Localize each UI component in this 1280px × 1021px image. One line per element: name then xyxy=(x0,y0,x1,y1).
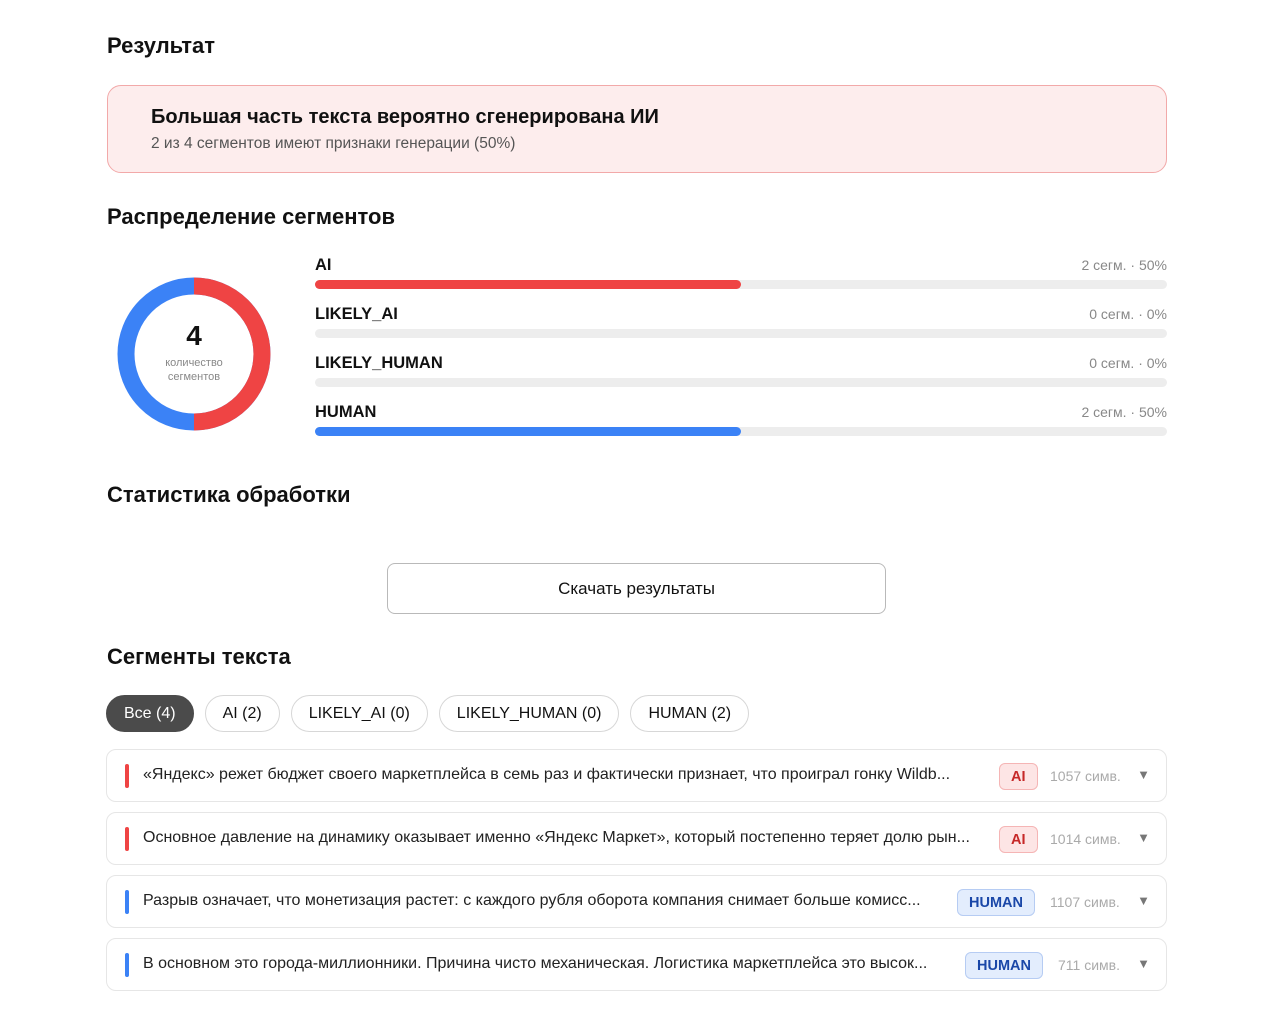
segment-text: Разрыв означает, что монетизация растет:… xyxy=(143,892,921,909)
donut-caption: количество сегментов xyxy=(115,356,273,384)
segment-item[interactable]: «Яндекс» режет бюджет своего маркетплейс… xyxy=(106,749,1167,802)
segment-text: В основном это города-миллионники. Причи… xyxy=(143,955,928,972)
download-results-button[interactable]: Скачать результаты xyxy=(387,563,886,614)
donut-chart xyxy=(117,277,271,431)
segment-text: «Яндекс» режет бюджет своего маркетплейс… xyxy=(143,766,951,783)
segments-heading: Сегменты текста xyxy=(107,644,291,669)
bar-row-human: HUMAN 2 сегм. · 50% xyxy=(315,403,1167,443)
filter-chip-human[interactable]: HUMAN (2) xyxy=(630,695,750,732)
bar-label: LIKELY_AI xyxy=(315,305,398,323)
segment-color-marker xyxy=(125,827,129,851)
expand-chevron-icon[interactable]: ▼ xyxy=(1137,893,1150,908)
donut-caption-line2: сегментов xyxy=(167,371,221,383)
expand-chevron-icon[interactable]: ▼ xyxy=(1137,830,1150,845)
bar-count: 0 сегм. · 0% xyxy=(1089,355,1167,371)
segment-char-count: 711 симв. xyxy=(1058,957,1120,973)
bar-label: LIKELY_HUMAN xyxy=(315,354,443,372)
expand-chevron-icon[interactable]: ▼ xyxy=(1137,956,1150,971)
expand-chevron-icon[interactable]: ▼ xyxy=(1137,767,1150,782)
bar-track xyxy=(315,378,1167,387)
segment-badge: HUMAN xyxy=(957,889,1035,916)
filter-chip-ai[interactable]: AI (2) xyxy=(204,695,280,732)
bar-row-ai: AI 2 сегм. · 50% xyxy=(315,256,1167,296)
segment-item[interactable]: Основное давление на динамику оказывает … xyxy=(106,812,1167,865)
segment-char-count: 1057 симв. xyxy=(1050,768,1121,784)
bar-row-likely-ai: LIKELY_AI 0 сегм. · 0% xyxy=(315,305,1167,345)
bar-count: 0 сегм. · 0% xyxy=(1089,306,1167,322)
bar-count: 2 сегм. · 50% xyxy=(1081,404,1167,420)
segment-char-count: 1014 симв. xyxy=(1050,831,1121,847)
donut-total: 4 xyxy=(186,320,202,351)
bar-label: HUMAN xyxy=(315,403,377,421)
segment-filters: Все (4) AI (2) LIKELY_AI (0) LIKELY_HUMA… xyxy=(106,695,750,732)
bar-fill xyxy=(315,280,741,289)
segment-item[interactable]: В основном это города-миллионники. Причи… xyxy=(106,938,1167,991)
alert-subtitle: 2 из 4 сегментов имеют признаки генераци… xyxy=(151,135,516,152)
result-alert: Большая часть текста вероятно сгенериров… xyxy=(107,85,1167,173)
alert-title: Большая часть текста вероятно сгенериров… xyxy=(151,106,659,128)
segment-color-marker xyxy=(125,764,129,788)
donut-ai-arc xyxy=(193,277,271,431)
bar-track xyxy=(315,427,1167,436)
filter-chip-likely-human[interactable]: LIKELY_HUMAN (0) xyxy=(438,695,620,732)
bar-track xyxy=(315,280,1167,289)
segment-badge: AI xyxy=(999,826,1038,853)
bar-track xyxy=(315,329,1167,338)
bar-count: 2 сегм. · 50% xyxy=(1081,257,1167,273)
filter-chip-likely-ai[interactable]: LIKELY_AI (0) xyxy=(290,695,428,732)
segment-char-count: 1107 симв. xyxy=(1050,894,1120,910)
bar-row-likely-human: LIKELY_HUMAN 0 сегм. · 0% xyxy=(315,354,1167,394)
donut-caption-line1: количество xyxy=(165,357,223,369)
segment-color-marker xyxy=(125,890,129,914)
bar-fill xyxy=(315,427,741,436)
stats-heading: Статистика обработки xyxy=(107,482,351,507)
segment-color-marker xyxy=(125,953,129,977)
segment-badge: HUMAN xyxy=(965,952,1043,979)
segment-badge: AI xyxy=(999,763,1038,790)
filter-chip-all[interactable]: Все (4) xyxy=(106,695,194,732)
segment-text: Основное давление на динамику оказывает … xyxy=(143,829,970,846)
segment-item[interactable]: Разрыв означает, что монетизация растет:… xyxy=(106,875,1167,928)
bar-label: AI xyxy=(315,256,332,274)
result-heading: Результат xyxy=(107,33,216,58)
distribution-heading: Распределение сегментов xyxy=(107,204,395,229)
